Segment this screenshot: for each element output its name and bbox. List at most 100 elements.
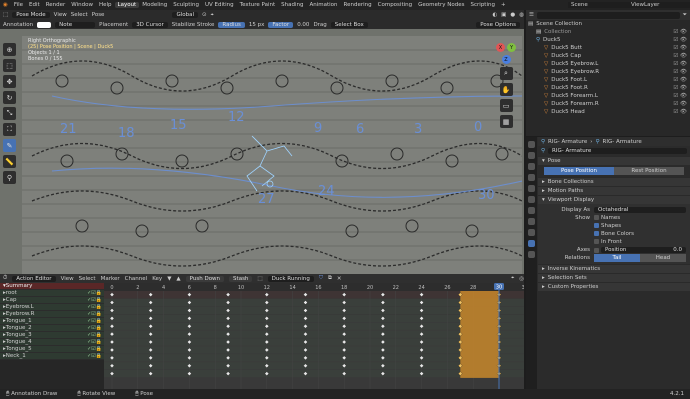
channel-group[interactable]: ▸ Tongue_5 ✓☑🔒 (0, 346, 104, 353)
channel-summary[interactable]: ▾ Summary (0, 283, 104, 290)
action-editor-dropdown[interactable]: Action Editor (12, 275, 56, 282)
workspace-tab-uv-editing[interactable]: UV Editing (202, 2, 237, 8)
cursor-tool-icon[interactable]: ⊕ (3, 43, 16, 56)
push-down-button[interactable]: Push Down (185, 275, 225, 282)
channel-toggles-icon[interactable]: ✓☑🔒 (87, 353, 104, 359)
selection-sets-panel-header[interactable]: ▸ Selection Sets (538, 273, 690, 282)
dopesheet-editor-icon[interactable]: ⏱ (3, 275, 7, 282)
channel-group[interactable]: ▸ root ✓☑🔒 (0, 290, 104, 297)
channel-toggles-icon[interactable]: ✓☑🔒 (87, 290, 104, 296)
dopesheet-menu-key[interactable]: Key (152, 276, 162, 282)
placement-dropdown[interactable]: 3D Cursor (132, 21, 168, 28)
channel-group[interactable]: ▸ Neck_1 ✓☑🔒 (0, 353, 104, 360)
outliner-row-bone[interactable]: ▽ Duck5 Butt ☑ 👁 (526, 44, 690, 52)
previous-layer-icon[interactable]: ▼ (167, 276, 171, 282)
annotation-color-swatch[interactable] (37, 21, 52, 28)
outliner-row-bone[interactable]: ▽ Duck5 Head ☑ 👁 (526, 108, 690, 116)
select-tool-icon[interactable]: ⬚ (3, 59, 16, 72)
radius-value[interactable]: 15 px (249, 22, 265, 28)
visibility-eye-icon[interactable]: ☑ 👁 (668, 45, 690, 51)
gizmo-z-icon[interactable]: Z (501, 55, 511, 64)
menu-window[interactable]: Window (68, 2, 96, 8)
dopesheet-menu-channel[interactable]: Channel (125, 276, 148, 282)
workspace-tab-scripting[interactable]: Scripting (468, 2, 498, 8)
channel-group[interactable]: ▸ Tongue_4 ✓☑🔒 (0, 339, 104, 346)
new-action-icon[interactable]: ⧉ (328, 275, 332, 282)
grid-toggle-icon[interactable]: ▦ (499, 115, 513, 128)
menu-render[interactable]: Render (43, 2, 69, 8)
custom-properties-panel-header[interactable]: ▸ Custom Properties (538, 282, 690, 291)
channel-toggles-icon[interactable]: ✓☑🔒 (87, 318, 104, 324)
action-browse-icon[interactable]: ⬚ (257, 276, 262, 282)
stash-button[interactable]: Stash (229, 275, 253, 282)
dopesheet-menu-view[interactable]: View (61, 276, 74, 282)
outliner-row-bone[interactable]: ▽ Duck5 Eyebrow.R ☑ 👁 (526, 68, 690, 76)
shading-material-icon[interactable]: ◍ (519, 12, 524, 18)
inverse-kinematics-panel-header[interactable]: ▸ Inverse Kinematics (538, 264, 690, 273)
snapping-icon[interactable]: ⌖ (511, 275, 514, 282)
workspace-tab-sculpting[interactable]: Sculpting (170, 2, 202, 8)
tool-tab-icon[interactable] (528, 141, 535, 148)
factor-value[interactable]: 0.00 (297, 22, 309, 28)
visibility-eye-icon[interactable]: ☑ 👁 (668, 85, 690, 91)
unlink-action-icon[interactable]: ✕ (337, 276, 342, 282)
move-tool-icon[interactable]: ✥ (3, 75, 16, 88)
channel-group[interactable]: ▸ Eyebrow.L ✓☑🔒 (0, 304, 104, 311)
factor-field[interactable]: Factor (268, 21, 294, 28)
keyframe-timeline[interactable]: 0246810121416182022242628303230 (104, 283, 524, 389)
armature-name-field[interactable]: RIG- Armature (548, 148, 687, 154)
channel-toggles-icon[interactable]: ✓☑🔒 (87, 339, 104, 345)
channel-group[interactable]: ▸ Cap ✓☑🔒 (0, 297, 104, 304)
outliner-row-bone[interactable]: ▽ Duck5 Eyebrow.L ☑ 👁 (526, 60, 690, 68)
bone-tab-icon[interactable] (528, 251, 535, 258)
outliner-search-input[interactable] (536, 11, 680, 19)
viewport-menu-view[interactable]: View (54, 12, 67, 18)
keyframe-canvas[interactable]: 0246810121416182022242628303230 (104, 283, 524, 389)
menu-help[interactable]: Help (96, 2, 115, 8)
view-layer-selector[interactable]: ViewLayer (628, 2, 690, 8)
gizmo-x-icon[interactable]: X (496, 43, 505, 52)
pan-hand-icon[interactable]: ✋ (499, 83, 513, 96)
object-tab-icon[interactable] (528, 196, 535, 203)
viewport-display-panel-header[interactable]: ▾ Viewport Display (538, 195, 690, 204)
pose-options-dropdown[interactable]: Pose Options (476, 21, 520, 28)
camera-view-icon[interactable]: ▭ (499, 99, 513, 112)
visibility-eye-icon[interactable]: ☑ 👁 (668, 61, 690, 67)
channel-toggles-icon[interactable]: ✓☑🔒 (87, 297, 104, 303)
channel-toggles-icon[interactable]: ✓☑🔒 (87, 346, 104, 352)
rotate-tool-icon[interactable]: ↻ (3, 91, 16, 104)
visibility-eye-icon[interactable]: ☑ 👁 (668, 109, 690, 115)
outliner-row-collection[interactable]: ▤ Collection ☑ 👁 (526, 28, 690, 36)
output-tab-icon[interactable] (528, 163, 535, 170)
viewport-3d[interactable]: ⬚ Pose Mode View Select Pose Global ⊙ ⌖ … (0, 10, 524, 274)
visibility-eye-icon[interactable]: ☑ 👁 (668, 69, 690, 75)
zoom-icon[interactable]: ⌕ (499, 67, 513, 80)
render-tab-icon[interactable] (528, 152, 535, 159)
motion-paths-panel-header[interactable]: ▸ Motion Paths (538, 186, 690, 195)
channel-group[interactable]: ▸ Tongue_3 ✓☑🔒 (0, 332, 104, 339)
outliner-row-bone[interactable]: ▽ Duck5 Foot.R ☑ 👁 (526, 84, 690, 92)
stabilize-checkbox[interactable]: Stabilize Stroke (172, 22, 215, 28)
blender-logo-icon[interactable]: ◉ (0, 2, 11, 8)
channel-group[interactable]: ▸ Eyebrow.R ✓☑🔒 (0, 311, 104, 318)
mode-dropdown[interactable]: Pose Mode (12, 12, 50, 18)
workspace-tab-animation[interactable]: Animation (306, 2, 340, 8)
note-layer-dropdown[interactable]: Note (55, 21, 96, 28)
orientation-dropdown[interactable]: Global (172, 12, 198, 18)
pose-position-button[interactable]: Pose Position (544, 167, 614, 175)
workspace-tab-compositing[interactable]: Compositing (375, 2, 415, 8)
visibility-eye-icon[interactable]: ☑ 👁 (668, 29, 690, 35)
channel-toggles-icon[interactable]: ✓☑🔒 (87, 325, 104, 331)
dopesheet-menu-marker[interactable]: Marker (101, 276, 120, 282)
viewport-menu-pose[interactable]: Pose (92, 12, 105, 18)
workspace-tab-shading[interactable]: Shading (278, 2, 306, 8)
snap-icon[interactable]: ⌖ (211, 12, 214, 19)
axes-checkbox[interactable] (594, 247, 599, 253)
action-name-field[interactable]: Duck Running (267, 275, 314, 282)
pose-tool-icon[interactable]: ⚲ (3, 171, 16, 184)
shading-solid-icon[interactable]: ● (510, 12, 515, 18)
proportional-edit-icon[interactable]: ◎ (519, 276, 524, 282)
scene-tab-icon[interactable] (528, 174, 535, 181)
physics-tab-icon[interactable] (528, 218, 535, 225)
pose-panel-header[interactable]: ▾ Pose (538, 156, 690, 165)
